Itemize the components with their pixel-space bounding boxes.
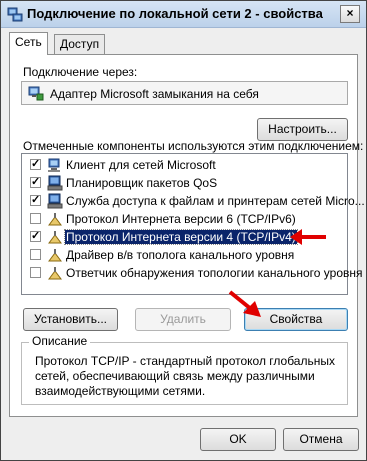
list-item[interactable]: Ответчик обнаружения топологии канальног… (22, 264, 363, 282)
component-checkbox[interactable]: ✓ (30, 159, 41, 170)
component-label: Ответчик обнаружения топологии канальног… (66, 266, 363, 280)
annotation-arrow-icon (290, 229, 326, 245)
protocol-icon (48, 267, 62, 280)
network-client-icon (48, 158, 60, 172)
window-title: Подключение по локальной сети 2 - свойст… (27, 6, 323, 21)
configure-button[interactable]: Настроить... (257, 118, 348, 141)
connect-using-label: Подключение через: (23, 65, 138, 79)
component-label: Планировщик пакетов QoS (66, 176, 218, 190)
title-bar[interactable]: Подключение по локальной сети 2 - свойст… (1, 1, 366, 28)
component-checkbox[interactable]: ✓ (30, 195, 41, 206)
component-checkbox[interactable] (30, 267, 41, 278)
list-item[interactable]: ✓ Планировщик пакетов QoS (22, 174, 347, 192)
install-button[interactable]: Установить... (23, 308, 118, 331)
protocol-icon (48, 231, 62, 244)
adapter-name: Адаптер Microsoft замыкания на себя (50, 87, 259, 101)
tab-network[interactable]: Сеть (9, 32, 48, 55)
component-checkbox[interactable] (30, 249, 41, 260)
component-checkbox[interactable]: ✓ (30, 231, 41, 242)
tab-sharing[interactable]: Доступ (54, 34, 106, 54)
service-icon (47, 193, 63, 209)
components-label: Отмеченные компоненты используются этим … (23, 139, 364, 153)
protocol-icon (48, 249, 62, 262)
component-label: Драйвер в/в тополога канального уровня (66, 248, 295, 262)
list-item[interactable]: Драйвер в/в тополога канального уровня (22, 246, 347, 264)
component-label: Протокол Интернета версии 6 (TCP/IPv6) (66, 212, 296, 226)
remove-button[interactable]: Удалить (135, 308, 231, 331)
list-item[interactable]: Протокол Интернета версии 6 (TCP/IPv6) (22, 210, 347, 228)
close-button[interactable]: × (340, 5, 360, 23)
components-list[interactable]: ✓ Клиент для сетей Microsoft ✓ Планировщ… (21, 153, 365, 295)
description-text: Протокол TCP/IP - стандартный протокол г… (35, 354, 335, 398)
service-icon (47, 175, 63, 191)
network-adapter-icon (28, 86, 44, 101)
network-connection-icon (7, 7, 23, 22)
properties-dialog: Подключение по локальной сети 2 - свойст… (0, 0, 367, 461)
ok-button[interactable]: OK (200, 428, 276, 451)
adapter-field: Адаптер Microsoft замыкания на себя (21, 81, 348, 105)
component-label: Протокол Интернета версии 4 (TCP/IPv4) (64, 229, 298, 245)
component-label: Служба доступа к файлам и принтерам сете… (66, 194, 365, 208)
component-label: Клиент для сетей Microsoft (66, 158, 216, 172)
component-checkbox[interactable] (30, 213, 41, 224)
list-item[interactable]: ✓ Служба доступа к файлам и принтерам се… (22, 192, 365, 210)
list-item[interactable]: ✓ Клиент для сетей Microsoft (22, 156, 347, 174)
annotation-arrow-icon (228, 290, 261, 317)
component-checkbox[interactable]: ✓ (30, 177, 41, 188)
cancel-button[interactable]: Отмена (283, 428, 359, 451)
protocol-icon (48, 213, 62, 226)
close-icon: × (346, 6, 354, 20)
description-legend: Описание (29, 334, 91, 348)
